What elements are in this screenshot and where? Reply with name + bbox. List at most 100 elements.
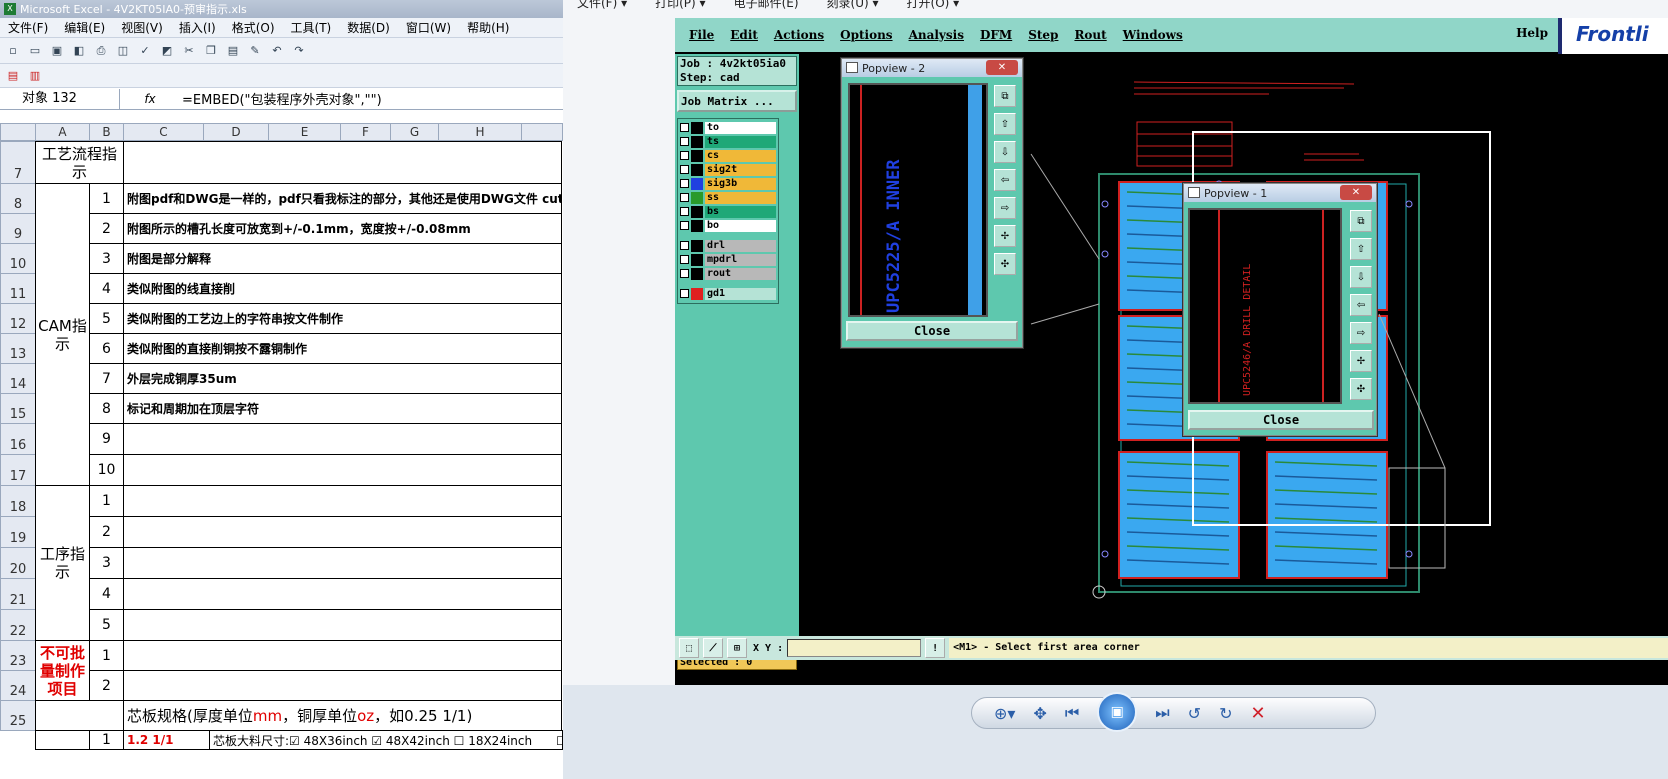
popview-2-down-icon[interactable]: ⇩ — [994, 141, 1016, 163]
popview-2-close-button[interactable]: Close — [846, 321, 1018, 341]
viewer-menu-open[interactable]: 打开(O) ▾ — [893, 0, 974, 14]
layer-row-ss[interactable]: ss — [680, 191, 776, 204]
viewer-menu-burn[interactable]: 刻录(U) ▾ — [813, 0, 893, 14]
viewer-menu-file[interactable]: 文件(F) ▾ — [563, 0, 641, 14]
core-spec-value[interactable]: 1.2 1/1 — [123, 730, 210, 750]
fl-menu-windows[interactable]: Windows — [1115, 28, 1191, 42]
popview-1-up-icon[interactable]: ⇧ — [1350, 238, 1372, 260]
layer-row-bo[interactable]: bo — [680, 219, 776, 232]
popview-2-zoom-out-icon[interactable]: ✣ — [994, 253, 1016, 275]
menu-format[interactable]: 格式(O) — [224, 19, 283, 36]
process-item-text[interactable] — [123, 578, 562, 610]
viewer-menu-email[interactable]: 电子邮件(E) — [720, 0, 813, 14]
undo-icon[interactable]: ↶ — [268, 42, 286, 60]
layer-row-gd1[interactable]: gd1 — [680, 287, 776, 300]
select-all-corner[interactable] — [0, 123, 36, 141]
nobatch-item-text[interactable] — [123, 640, 562, 671]
layer-checkbox[interactable] — [680, 289, 689, 298]
menu-file[interactable]: 文件(F) — [0, 19, 56, 36]
col-header-h[interactable]: H — [438, 123, 522, 141]
cam-item-text[interactable]: 类似附图的直接削铜按不露铜制作 — [123, 333, 562, 364]
col-header-a[interactable]: A — [35, 123, 90, 141]
print-preview-icon[interactable]: ◫ — [114, 42, 132, 60]
layer-checkbox[interactable] — [680, 151, 689, 160]
layer-row-drl[interactable]: drl — [680, 239, 776, 252]
delete-icon[interactable]: ✕ — [1250, 703, 1265, 724]
core-spec-header[interactable]: 芯板规格(厚度单位 mm ，铜厚单位 oz ，如0.25 1/1) — [123, 700, 562, 731]
layer-checkbox[interactable] — [680, 179, 689, 188]
row-header[interactable]: 18 — [0, 485, 36, 517]
col-header-f[interactable]: F — [340, 123, 391, 141]
process-item-text[interactable] — [123, 485, 562, 517]
row-header[interactable]: 25 — [0, 700, 36, 731]
format-painter-icon[interactable]: ✎ — [246, 42, 264, 60]
popview-2-up-icon[interactable]: ⇧ — [994, 113, 1016, 135]
new-icon[interactable]: ▫ — [4, 42, 22, 60]
rotate-left-icon[interactable]: ↺ — [1188, 704, 1201, 723]
process-item-text[interactable] — [123, 547, 562, 579]
paste-icon[interactable]: ▤ — [224, 42, 242, 60]
fl-menu-actions[interactable]: Actions — [766, 28, 832, 42]
col-header-c[interactable]: C — [123, 123, 204, 141]
popview-2-canvas[interactable]: UPC5225/A INNER — [848, 83, 988, 317]
fl-menu-edit[interactable]: Edit — [722, 28, 766, 42]
previous-icon[interactable]: ⏮ — [1065, 703, 1079, 723]
xy-input[interactable] — [787, 639, 922, 657]
layer-row-mpdrl[interactable]: mpdrl — [680, 253, 776, 266]
fl-menu-help[interactable]: Help — [1516, 26, 1548, 40]
layer-checkbox[interactable] — [680, 123, 689, 132]
cam-item-text[interactable]: 附图pdf和DWG是一样的，pdf只看我标注的部分，其他还是使用DWG文件 cu… — [123, 183, 562, 214]
row-header[interactable]: 24 — [0, 670, 36, 701]
cam-item-text[interactable]: 附图所示的槽孔长度可放宽到+/-0.1mm，宽度按+/-0.08mm — [123, 213, 562, 244]
cam-item-text[interactable] — [123, 454, 562, 486]
cut-icon[interactable]: ✂ — [180, 42, 198, 60]
row-header[interactable]: 9 — [0, 213, 36, 244]
col-header-g[interactable]: G — [390, 123, 439, 141]
job-matrix-button[interactable]: Job Matrix ... — [677, 90, 797, 112]
next-icon[interactable]: ⏭ — [1155, 703, 1169, 723]
process-item-text[interactable] — [123, 609, 562, 641]
col-header-b[interactable]: B — [89, 123, 124, 141]
redo-icon[interactable]: ↷ — [290, 42, 308, 60]
pdf-email-icon[interactable]: ▥ — [26, 67, 44, 85]
popview-1-zoom-out-icon[interactable]: ✣ — [1350, 378, 1372, 400]
cell-flow-content[interactable] — [123, 141, 562, 184]
save-icon[interactable]: ▣ — [48, 42, 66, 60]
layer-row-sig3b[interactable]: sig3b — [680, 177, 776, 190]
col-header-d[interactable]: D — [203, 123, 269, 141]
cam-item-text[interactable]: 类似附图的工艺边上的字符串按文件制作 — [123, 303, 562, 334]
layer-checkbox[interactable] — [680, 221, 689, 230]
popview-1-fit-icon[interactable]: ⧉ — [1350, 210, 1372, 232]
layer-row-sig2t[interactable]: sig2t — [680, 163, 776, 176]
popview-1-close-button[interactable]: Close — [1188, 410, 1374, 430]
name-box[interactable]: 对象 132 — [0, 88, 120, 109]
layer-row-rout[interactable]: rout — [680, 267, 776, 280]
slideshow-icon[interactable]: ▣ — [1097, 692, 1138, 732]
formula-input[interactable]: =EMBED("包装程序外壳对象","") — [180, 89, 382, 108]
popview-2-right-icon[interactable]: ⇨ — [994, 197, 1016, 219]
fl-menu-analysis[interactable]: Analysis — [901, 28, 972, 42]
layer-checkbox[interactable] — [680, 269, 689, 278]
fl-menu-options[interactable]: Options — [832, 28, 900, 42]
copy-icon[interactable]: ❐ — [202, 42, 220, 60]
open-icon[interactable]: ▭ — [26, 42, 44, 60]
spelling-icon[interactable]: ✓ — [136, 42, 154, 60]
row-header[interactable]: 17 — [0, 454, 36, 486]
popview-2-left-icon[interactable]: ⇦ — [994, 169, 1016, 191]
layer-row-bs[interactable]: bs — [680, 205, 776, 218]
popview-2-fit-icon[interactable]: ⧉ — [994, 85, 1016, 107]
fl-menu-step[interactable]: Step — [1020, 28, 1066, 42]
actual-size-icon[interactable]: ✥ — [1033, 704, 1046, 723]
popview-1-right-icon[interactable]: ⇨ — [1350, 322, 1372, 344]
permission-icon[interactable]: ◧ — [70, 42, 88, 60]
popview-2-close-icon[interactable]: ✕ — [986, 60, 1018, 75]
row-header[interactable]: 20 — [0, 547, 36, 579]
row-header[interactable]: 21 — [0, 578, 36, 610]
menu-insert[interactable]: 插入(I) — [171, 19, 224, 36]
row-header[interactable]: 10 — [0, 243, 36, 274]
nobatch-item-text[interactable] — [123, 670, 562, 701]
row-header[interactable]: 23 — [0, 640, 36, 671]
menu-data[interactable]: 数据(D) — [339, 19, 398, 36]
row-header[interactable]: 14 — [0, 363, 36, 394]
col-header-i[interactable] — [521, 123, 563, 141]
